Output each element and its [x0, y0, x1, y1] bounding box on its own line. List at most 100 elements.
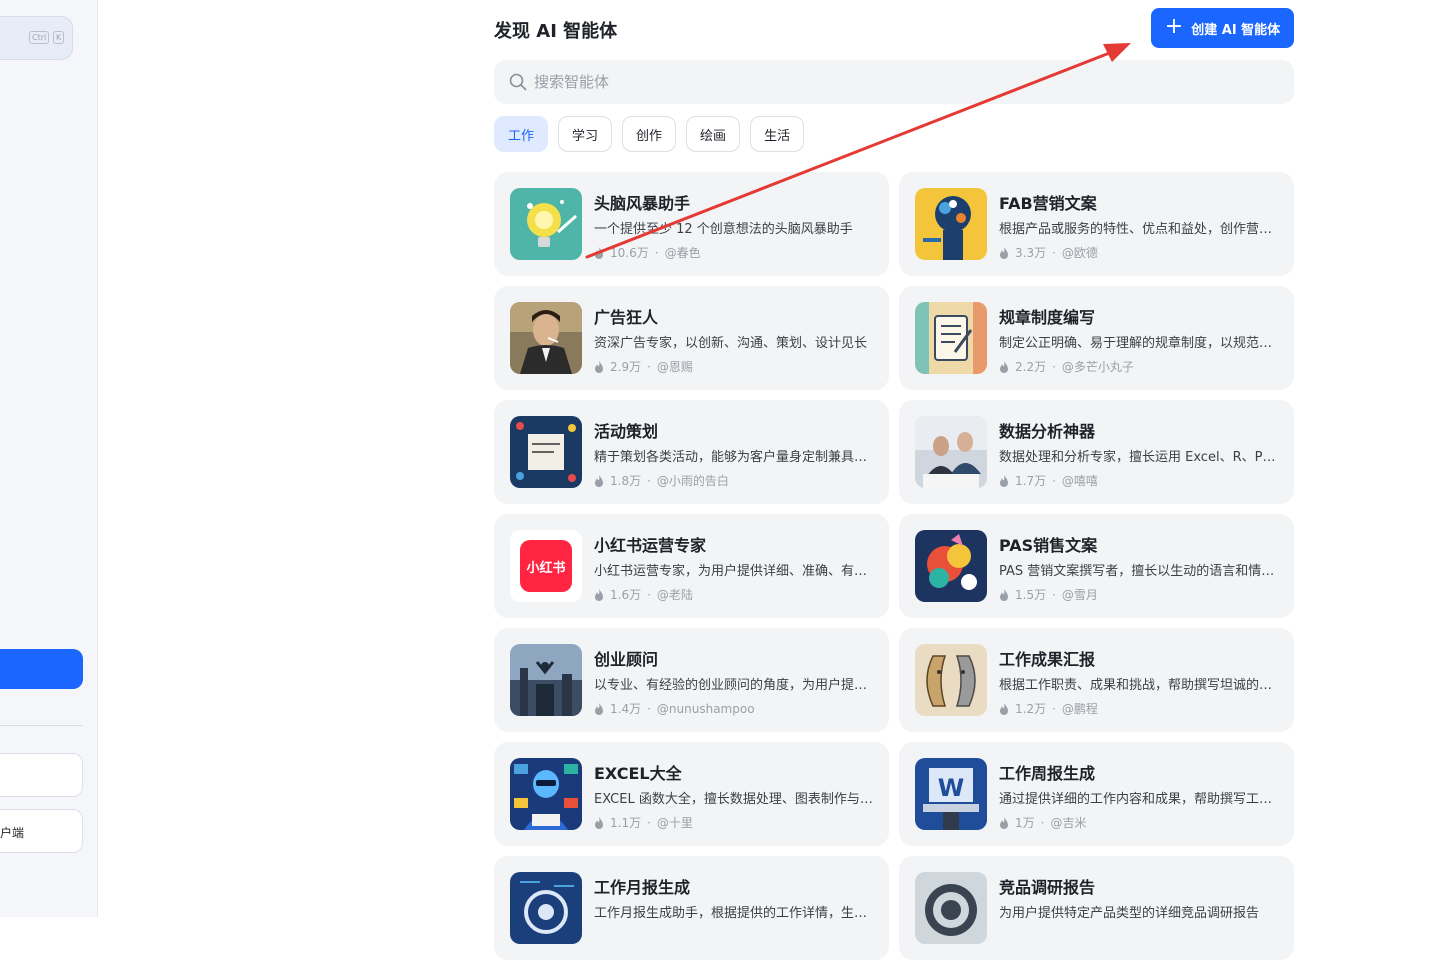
usage-count: 1万	[1015, 816, 1035, 830]
agent-title: 工作月报生成	[594, 878, 691, 897]
mechanical-ring-icon	[915, 872, 987, 944]
agent-card[interactable]: EXCEL大全 EXCEL 函数大全，擅长数据处理、图表制作与公式应用 1.1万 · @…	[494, 742, 889, 846]
tab-work[interactable]: 工作	[494, 116, 549, 152]
usage-count: 1.6万	[610, 588, 642, 602]
document-edit-icon	[915, 302, 987, 374]
gears-head-icon	[915, 188, 987, 260]
agent-card[interactable]: 工作成果汇报根据工作职责、成果和挑战，帮助撰写坦诚的工作汇报 1.2万 · @鹏程	[899, 628, 1294, 732]
agent-meta: 2.2万 · @多芒小丸子	[999, 358, 1134, 375]
svg-text:W: W	[938, 774, 964, 802]
tab-study[interactable]: 学习	[558, 116, 613, 152]
agent-description: 根据工作职责、成果和挑战，帮助撰写坦诚的工作汇报	[999, 678, 1279, 693]
usage-count: 3.3万	[1015, 246, 1047, 260]
agent-title: 广告狂人	[594, 308, 659, 327]
agent-meta: 1.5万 · @雪月	[999, 586, 1098, 603]
meta-separator: ·	[1052, 587, 1056, 602]
agent-description: 精于策划各类活动，能够为客户量身定制兼具创意的方案	[594, 450, 874, 465]
agent-card[interactable]: 小红书 小红书运营专家小红书运营专家，为用户提供详细、准确、有效的建议 1.6万 · @…	[494, 514, 889, 618]
agent-card[interactable]: 数据分析神器 数据处理和分析专家，擅长运用 Excel、R、Python 1.7万 ·…	[899, 400, 1294, 504]
agent-title: 头脑风暴助手	[594, 194, 691, 213]
agent-card[interactable]: FAB营销文案 根据产品或服务的特性、优点和益处，创作营销文案 3.3万 · @欧德	[899, 172, 1294, 276]
agent-meta: 10.6万 · @春色	[594, 244, 701, 261]
agent-card[interactable]: PAS销售文案 PAS 营销文案撰写者，擅长以生动的语言和情感打动客户 1.5万 · @…	[899, 514, 1294, 618]
fire-icon	[595, 588, 603, 601]
analysts-photo-icon	[915, 416, 987, 488]
usage-count: 1.2万	[1015, 702, 1047, 716]
agent-meta: 2.9万 · @恩赐	[594, 358, 693, 375]
category-tabs: 工作 学习 创作 绘画 生活	[494, 116, 805, 152]
sidebar-option-button[interactable]	[0, 753, 83, 797]
sidebar-primary-button[interactable]	[0, 649, 83, 689]
agent-description: 工作月报生成助手，根据提供的工作详情，生成月报	[594, 906, 874, 921]
plus-icon: +	[1164, 14, 1184, 39]
page-title: 发现 AI 智能体	[494, 21, 618, 42]
tab-life[interactable]: 生活	[750, 116, 805, 152]
fire-icon	[595, 702, 603, 715]
search-bar	[494, 60, 1294, 104]
usage-count: 1.5万	[1015, 588, 1047, 602]
gear-circuit-icon	[510, 872, 582, 944]
usage-count: 1.8万	[610, 474, 642, 488]
agent-card[interactable]: 活动策划精于策划各类活动，能够为客户量身定制兼具创意的方案 1.8万 · @小雨的告白	[494, 400, 889, 504]
agent-card[interactable]: W 工作周报生成 通过提供详细的工作内容和成果，帮助撰写工作周报 1万 · @吉米	[899, 742, 1294, 846]
agent-author: @恩赐	[656, 360, 693, 374]
agent-title: FAB营销文案	[999, 194, 1097, 213]
xiaohongshu-logo-icon: 小红书	[510, 530, 582, 602]
create-agent-button[interactable]: + 创建 AI 智能体	[1151, 8, 1294, 48]
w-laptop-icon: W	[915, 758, 987, 830]
agent-description: 根据产品或服务的特性、优点和益处，创作营销文案	[999, 222, 1279, 237]
tab-create[interactable]: 创作	[622, 116, 677, 152]
planning-board-icon	[510, 416, 582, 488]
usage-count: 2.2万	[1015, 360, 1047, 374]
tab-drawing[interactable]: 绘画	[686, 116, 741, 152]
colorful-art-icon	[915, 530, 987, 602]
meta-separator: ·	[1052, 701, 1056, 716]
meta-separator: ·	[647, 359, 651, 374]
agent-author: @多芒小丸子	[1061, 360, 1134, 374]
agent-meta: 1.2万 · @鹏程	[999, 700, 1098, 717]
agent-description: 数据处理和分析专家，擅长运用 Excel、R、Python	[999, 450, 1279, 465]
agent-author: @春色	[664, 246, 701, 260]
fire-icon	[595, 474, 603, 487]
agent-title: EXCEL大全	[594, 764, 682, 783]
agent-author: @嘻嘻	[1061, 474, 1098, 488]
agent-card[interactable]: 竞品调研报告 为用户提供特定产品类型的详细竞品调研报告	[899, 856, 1294, 960]
agent-description: EXCEL 函数大全，擅长数据处理、图表制作与公式应用	[594, 792, 874, 807]
fire-icon	[595, 816, 603, 829]
agent-card[interactable]: 规章制度编写制定公正明确、易于理解的规章制度，以规范管理 2.2万 · @多芒小丸子	[899, 286, 1294, 390]
sidebar-client-label: 户端	[0, 826, 25, 840]
faces-sketch-icon	[915, 644, 987, 716]
usage-count: 1.4万	[610, 702, 642, 716]
agent-card[interactable]: 头脑风暴助手一个提供至少 12 个创意想法的头脑风暴助手 10.6万 · @春色	[494, 172, 889, 276]
agent-author: @十里	[656, 816, 693, 830]
agent-card[interactable]: 创业顾问 以专业、有经验的创业顾问的角度，为用户提供建议 1.4万 · @nunusha…	[494, 628, 889, 732]
usage-count: 1.7万	[1015, 474, 1047, 488]
agent-description: 通过提供详细的工作内容和成果，帮助撰写工作周报	[999, 792, 1279, 807]
create-agent-label: 创建 AI 智能体	[1191, 22, 1281, 38]
agent-title: 活动策划	[594, 422, 659, 441]
agent-author: @鹏程	[1061, 702, 1098, 716]
fire-icon	[1000, 588, 1008, 601]
agent-card[interactable]: 广告狂人 资深广告专家，以创新、沟通、策划、设计见长 2.9万 · @恩赐	[494, 286, 889, 390]
agent-meta: 1.7万 · @嘻嘻	[999, 472, 1098, 489]
svg-text:小红书: 小红书	[526, 560, 565, 576]
meta-separator: ·	[647, 473, 651, 488]
meta-separator: ·	[647, 587, 651, 602]
agent-description: 一个提供至少 12 个创意想法的头脑风暴助手	[594, 222, 853, 237]
agent-author: @nunushampoo	[656, 701, 755, 716]
agent-description: 为用户提供特定产品类型的详细竞品调研报告	[999, 906, 1260, 921]
agent-title: 规章制度编写	[999, 308, 1096, 327]
agent-meta: 1.8万 · @小雨的告白	[594, 472, 729, 489]
agent-title: 小红书运营专家	[594, 536, 707, 555]
agent-card[interactable]: 工作月报生成工作月报生成助手，根据提供的工作详情，生成月报	[494, 856, 889, 960]
agent-description: PAS 营销文案撰写者，擅长以生动的语言和情感打动客户	[999, 564, 1279, 579]
fire-icon	[1000, 474, 1008, 487]
search-input[interactable]	[534, 73, 1234, 91]
meta-separator: ·	[647, 815, 651, 830]
agent-description: 制定公正明确、易于理解的规章制度，以规范管理	[999, 336, 1279, 351]
meta-separator: ·	[1052, 245, 1056, 260]
agent-title: 工作周报生成	[999, 764, 1096, 783]
sidebar: Ctrl K 户端	[0, 0, 98, 917]
usage-count: 1.1万	[610, 816, 642, 830]
fire-icon	[595, 360, 603, 373]
